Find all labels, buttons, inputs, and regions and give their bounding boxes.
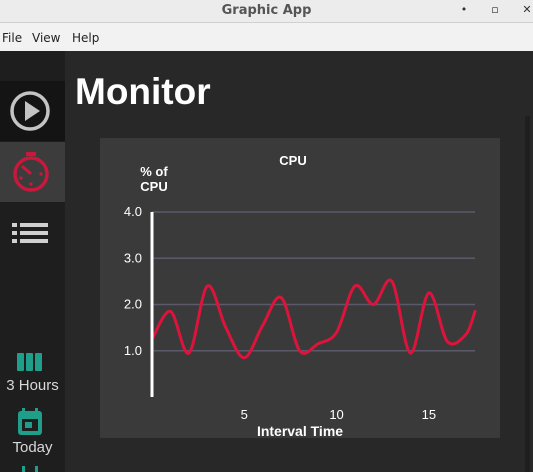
play-circle-icon bbox=[10, 91, 50, 131]
cpu-chart: CPU % of CPU Interval Time 1.0 2.0 3.0 4.0 5… bbox=[124, 153, 477, 439]
x-axis-label: Interval Time bbox=[257, 423, 343, 438]
page-title: Monitor bbox=[75, 71, 211, 112]
minimize-button[interactable]: • bbox=[456, 2, 472, 18]
x-tick-label: 10 bbox=[329, 407, 343, 422]
list-icon bbox=[12, 223, 48, 243]
menu-file[interactable]: File bbox=[2, 31, 22, 45]
y-tick-label: 3.0 bbox=[124, 250, 142, 265]
menubar: File View Help bbox=[0, 23, 533, 51]
x-tick-label: 15 bbox=[422, 407, 436, 422]
menu-view[interactable]: View bbox=[32, 31, 60, 45]
bar-chart-icon bbox=[17, 353, 42, 371]
cpu-chart-panel: CPU % of CPU Interval Time 1.0 2.0 3.0 4.0 5… bbox=[100, 138, 500, 439]
maximize-button[interactable]: ▫ bbox=[487, 2, 503, 18]
close-button[interactable]: ✕ bbox=[519, 2, 533, 18]
window-title: Graphic App bbox=[221, 3, 312, 18]
timer-icon bbox=[13, 152, 49, 192]
range-3-hours[interactable]: 3 Hours bbox=[0, 349, 65, 399]
y-tick-label: 4.0 bbox=[124, 204, 142, 219]
x-tick-label: 5 bbox=[241, 407, 248, 422]
range-today-label: Today bbox=[12, 439, 53, 456]
y-axis-label-line1: % of bbox=[140, 164, 168, 179]
range-3-hours-label: 3 Hours bbox=[6, 377, 59, 394]
y-tick-label: 2.0 bbox=[124, 297, 142, 312]
more-range-icon bbox=[22, 466, 38, 472]
chart-title: CPU bbox=[279, 153, 306, 168]
vertical-scrollbar[interactable] bbox=[525, 116, 530, 472]
cpu-series-line bbox=[150, 278, 477, 360]
range-today[interactable]: Today bbox=[0, 407, 65, 459]
y-tick-label: 1.0 bbox=[124, 343, 142, 358]
sidebar-timer-button[interactable] bbox=[0, 142, 65, 202]
main-area: Monitor CPU % of CPU Interval Time 1.0 2.… bbox=[65, 51, 533, 472]
window-titlebar: Graphic App • ▫ ✕ bbox=[0, 0, 533, 23]
calendar-icon bbox=[18, 408, 42, 435]
sidebar: 3 Hours Today bbox=[0, 51, 65, 472]
menu-help[interactable]: Help bbox=[72, 31, 99, 45]
sidebar-play-button[interactable] bbox=[0, 81, 65, 141]
sidebar-list-button[interactable] bbox=[0, 203, 65, 263]
y-axis-label-line2: CPU bbox=[140, 179, 167, 194]
